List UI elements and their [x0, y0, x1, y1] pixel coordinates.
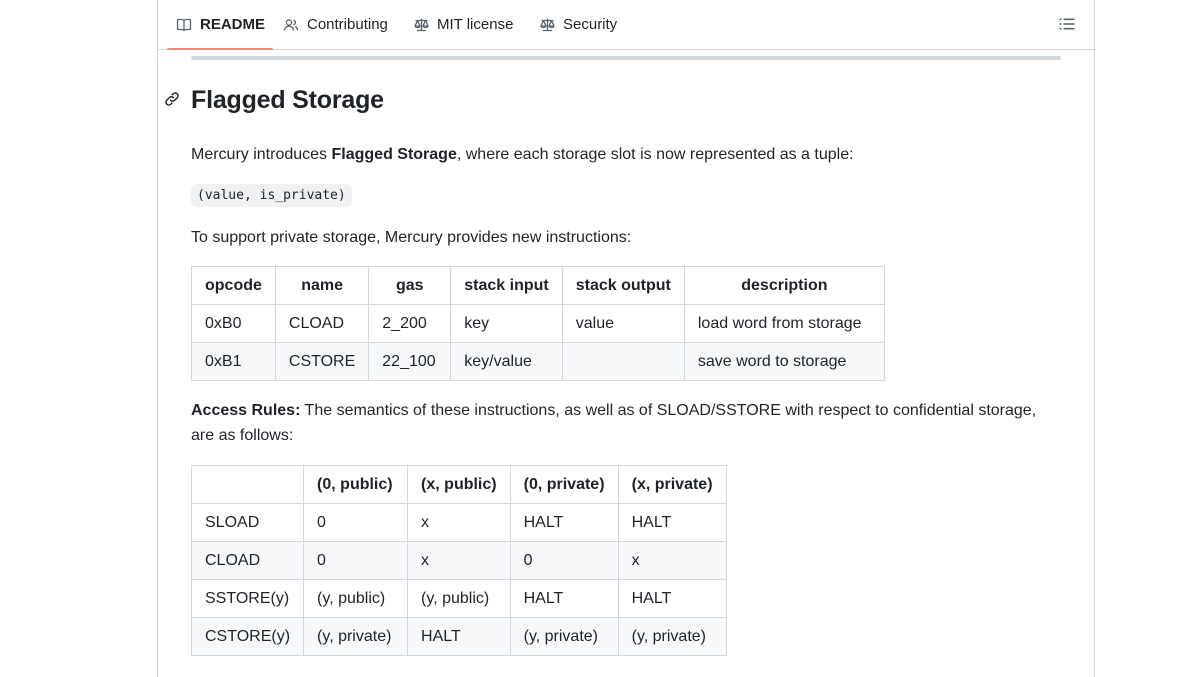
table-cell: x	[407, 541, 511, 580]
link-icon[interactable]	[164, 91, 182, 109]
tab-security-label: Security	[563, 16, 618, 33]
table-cell	[561, 342, 685, 381]
table-cell: HALT	[617, 503, 727, 542]
tab-contributing-label: Contributing	[307, 16, 388, 33]
table-cell: 0xB0	[191, 304, 276, 343]
table-cell: key	[450, 304, 563, 343]
table-header: gas	[368, 266, 452, 305]
tab-readme[interactable]: README	[166, 0, 274, 50]
table-cell: HALT	[509, 503, 619, 542]
tab-mit-license[interactable]: MIT license	[412, 0, 513, 49]
table-header: name	[274, 266, 370, 305]
table-header: (0, public)	[303, 465, 409, 504]
table-cell: HALT	[407, 617, 511, 656]
table-header-row: opcode name gas stack input stack output…	[191, 266, 885, 305]
opcode-table: opcode name gas stack input stack output…	[191, 266, 885, 381]
table-cell: save word to storage	[683, 342, 885, 381]
tab-mit-license-label: MIT license	[437, 16, 514, 33]
table-header: stack output	[561, 266, 685, 305]
table-cell: 2_200	[368, 304, 452, 343]
table-row: CLOAD 0 x 0 x	[190, 541, 727, 580]
table-cell: 0	[303, 503, 409, 542]
table-cell: 0xB1	[191, 342, 276, 381]
table-cell: HALT	[509, 579, 619, 618]
table-header: stack input	[450, 266, 563, 305]
table-cell: 0	[509, 541, 619, 580]
tab-security[interactable]: Security	[538, 0, 617, 49]
table-header: (x, public)	[407, 465, 511, 504]
table-cell: CSTORE(y)	[190, 617, 305, 656]
readme-tabbar: README Contributing MIT license Security	[158, 0, 1094, 50]
readme-panel: README Contributing MIT license Security	[157, 0, 1095, 677]
law-icon	[538, 16, 556, 34]
table-row: 0xB0 CLOAD 2_200 key value load word fro…	[191, 304, 885, 343]
table-row: SSTORE(y) (y, public) (y, public) HALT H…	[190, 579, 727, 618]
table-cell: x	[617, 541, 727, 580]
table-row: SLOAD 0 x HALT HALT	[190, 503, 727, 542]
table-cell: key/value	[450, 342, 563, 381]
table-cell: SLOAD	[190, 503, 305, 542]
book-icon	[175, 16, 193, 34]
people-icon	[282, 16, 300, 34]
law-icon	[412, 16, 430, 34]
intro-text-end: , where each storage slot is now represe…	[456, 146, 854, 163]
outline-button[interactable]	[1058, 15, 1078, 35]
table-cell: (y, private)	[303, 617, 409, 656]
access-rules-bold: Access Rules:	[191, 402, 301, 419]
table-cell: CSTORE	[274, 342, 370, 381]
tab-contributing[interactable]: Contributing	[282, 0, 388, 49]
table-cell: (y, private)	[509, 617, 619, 656]
intro-text: Mercury introduces	[191, 146, 332, 163]
table-row: 0xB1 CSTORE 22_100 key/value save word t…	[191, 342, 885, 381]
table-cell: 22_100	[368, 342, 452, 381]
access-rules-text-end: are as follows:	[191, 427, 294, 444]
table-header: (0, private)	[509, 465, 619, 504]
table-cell: x	[407, 503, 511, 542]
table-header: description	[683, 266, 885, 305]
intro-bold: Flagged Storage	[331, 146, 457, 163]
table-cell: SSTORE(y)	[190, 579, 305, 618]
table-cell: (y, public)	[407, 579, 511, 618]
tuple-code: (value, is_private)	[191, 184, 352, 207]
table-cell: (y, private)	[617, 617, 727, 656]
table-cell: load word from storage	[683, 304, 885, 343]
table-cell: (y, public)	[303, 579, 409, 618]
table-header: opcode	[191, 266, 276, 305]
access-rules-text: The semantics of these instructions, as …	[300, 402, 1037, 419]
access-rules-paragraph: Access Rules: The semantics of these ins…	[191, 398, 1036, 448]
list-unordered-icon	[1058, 18, 1076, 37]
table-header-row: (0, public) (x, public) (0, private) (x,…	[190, 465, 727, 504]
instructions-paragraph: To support private storage, Mercury prov…	[191, 229, 632, 246]
table-header: (x, private)	[617, 465, 727, 504]
table-cell: HALT	[617, 579, 727, 618]
table-cell: 0	[303, 541, 409, 580]
tab-readme-label: README	[200, 16, 266, 33]
table-row: CSTORE(y) (y, private) HALT (y, private)…	[190, 617, 727, 656]
section-heading: Flagged Storage	[191, 86, 384, 114]
intro-paragraph: Mercury introduces Flagged Storage, wher…	[191, 142, 854, 167]
table-header	[190, 465, 305, 504]
table-cell: value	[561, 304, 685, 343]
access-rules-table: (0, public) (x, public) (0, private) (x,…	[190, 465, 727, 656]
table-cell: CLOAD	[274, 304, 370, 343]
table-cell: CLOAD	[190, 541, 305, 580]
horizontal-scrollbar[interactable]	[191, 56, 1061, 60]
